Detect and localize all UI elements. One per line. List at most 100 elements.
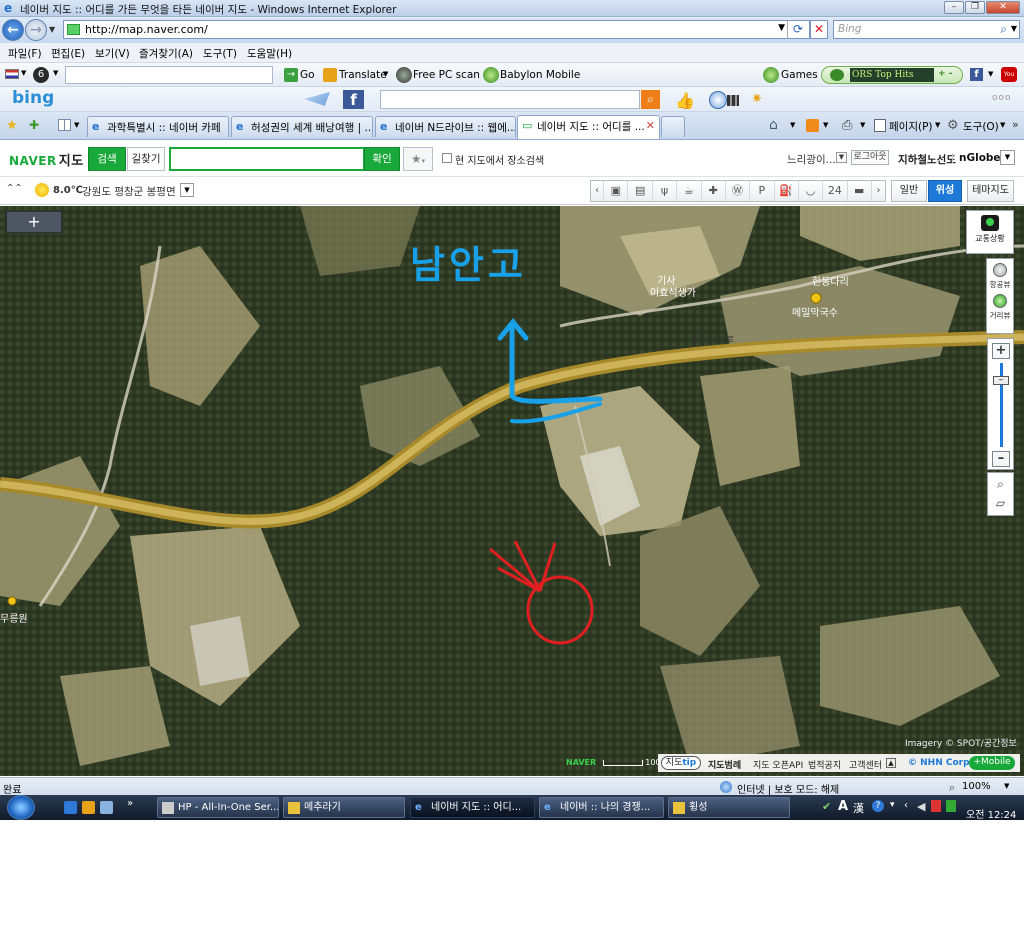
mobile-button[interactable]: +Mobile bbox=[969, 756, 1015, 770]
help-icon[interactable]: ? bbox=[872, 800, 884, 812]
map-type-theme[interactable]: 테마지도 bbox=[967, 180, 1014, 202]
pc-scan-icon[interactable] bbox=[396, 67, 412, 83]
map-type-satellite[interactable]: 위성 bbox=[928, 180, 962, 202]
facebook-icon[interactable]: f bbox=[970, 68, 983, 81]
url-dropdown-icon[interactable]: ▼ bbox=[778, 23, 785, 33]
network-icon[interactable] bbox=[946, 800, 956, 812]
tab-close-icon[interactable]: ✕ bbox=[646, 119, 655, 132]
task-naver-rival[interactable]: e 네이버 :: 나의 경쟁... bbox=[539, 797, 664, 818]
shopping-icon[interactable]: ◡ bbox=[799, 181, 824, 201]
legend-link[interactable]: 지도범례 bbox=[708, 758, 741, 771]
place-search-input[interactable] bbox=[169, 147, 365, 171]
overflow-chevron-icon[interactable]: » bbox=[1012, 118, 1019, 131]
games-button[interactable]: Games bbox=[781, 69, 818, 81]
page-menu[interactable]: 페이지(P) bbox=[889, 119, 933, 134]
volume-icon[interactable]: ◀ bbox=[917, 800, 925, 813]
magnifier-icon[interactable]: ⌕ bbox=[988, 477, 1013, 492]
cafe-icon[interactable]: ☕ bbox=[677, 181, 702, 201]
nglobe-dropdown-icon[interactable]: ▼ bbox=[1000, 150, 1015, 165]
menu-tools[interactable]: 도구(T) bbox=[203, 46, 237, 61]
favorites-button[interactable]: ★▾ bbox=[403, 147, 433, 171]
logout-button[interactable]: 로그아웃 bbox=[851, 150, 889, 165]
youtube-icon[interactable]: You bbox=[1001, 67, 1017, 82]
ie-quicklaunch-icon[interactable] bbox=[64, 801, 77, 814]
user-dropdown-icon[interactable]: ▼ bbox=[836, 152, 847, 163]
task-naver-map[interactable]: e 네이버 지도 :: 어디... bbox=[410, 797, 535, 818]
tools-menu[interactable]: 도구(O) bbox=[963, 119, 999, 134]
bing-logo[interactable]: bing bbox=[12, 88, 54, 108]
tray-options-icon[interactable]: ▾ bbox=[890, 800, 895, 810]
tools-gear-icon[interactable]: ⚙ bbox=[947, 118, 959, 133]
bank-icon[interactable]: Ⓦ bbox=[726, 181, 751, 201]
quicklaunch-more-icon[interactable]: » bbox=[127, 798, 133, 809]
menu-favorites[interactable]: 즐겨찾기(A) bbox=[139, 46, 193, 61]
send-icon[interactable] bbox=[304, 92, 330, 106]
new-tab-button[interactable] bbox=[661, 116, 685, 137]
sparkle-icon[interactable]: ✷ bbox=[751, 91, 763, 107]
menu-file[interactable]: 파일(F) bbox=[8, 46, 42, 61]
poi-prev-icon[interactable]: ‹ bbox=[591, 181, 605, 201]
bing-search-input[interactable] bbox=[380, 90, 640, 109]
tab-cafe[interactable]: e 과학특별시 :: 네이버 카페 bbox=[87, 116, 229, 137]
print-icon[interactable]: ⎙ bbox=[842, 118, 852, 133]
more-options[interactable]: ooo bbox=[992, 93, 1012, 103]
legal-link[interactable]: 법적공지 bbox=[808, 758, 841, 771]
ors-radio-widget[interactable]: ORS Top Hits + - bbox=[821, 66, 963, 84]
current-area-checkbox[interactable] bbox=[442, 153, 452, 163]
translate-button[interactable]: Translate bbox=[339, 69, 387, 81]
go-button[interactable]: Go bbox=[300, 69, 315, 81]
quick-tabs-icon[interactable] bbox=[58, 119, 71, 131]
add-favorites-icon[interactable]: ✚ bbox=[29, 118, 39, 132]
tab-ndrive[interactable]: e 네이버 N드라이브 :: 웹에... bbox=[375, 116, 516, 137]
zoom-out-button[interactable]: – bbox=[992, 451, 1010, 467]
zoom-level[interactable]: 100% bbox=[962, 781, 991, 792]
menu-help[interactable]: 도움말(H) bbox=[247, 46, 292, 61]
free-pc-scan-button[interactable]: Free PC scan bbox=[413, 69, 480, 81]
hospital-icon[interactable]: ✚ bbox=[702, 181, 726, 201]
task-hoengseong[interactable]: 휭성 bbox=[668, 797, 790, 818]
six-icon[interactable]: 6 bbox=[33, 67, 49, 83]
subway-map-link[interactable]: 지하철노선도 bbox=[898, 152, 956, 167]
toolbar-search-input[interactable] bbox=[65, 66, 273, 84]
bus-icon[interactable]: ▣ bbox=[604, 181, 629, 201]
forward-button[interactable]: → bbox=[25, 19, 47, 41]
map-type-general[interactable]: 일반 bbox=[891, 180, 927, 202]
rss-icon[interactable] bbox=[806, 119, 819, 132]
location-dropdown-icon[interactable]: ▼ bbox=[180, 183, 194, 197]
aerial-view-label[interactable]: 항공뷰 bbox=[987, 279, 1013, 290]
satellite-map[interactable]: 남안고 기사 이효석생가 한동다리 메밀막국수 영동고속도로 무릉원 + ‹ 교… bbox=[0, 206, 1024, 776]
user-name[interactable]: 느리광이... bbox=[787, 152, 836, 167]
traffic-button[interactable]: 교통상황 bbox=[966, 210, 1014, 254]
desktop-quicklaunch-icon[interactable] bbox=[100, 801, 113, 814]
minimize-button[interactable]: – bbox=[944, 1, 964, 14]
subway-icon[interactable]: ▤ bbox=[628, 181, 653, 201]
convenience-store-icon[interactable]: 24 bbox=[823, 181, 848, 201]
film-icon[interactable] bbox=[727, 95, 739, 106]
minimap-toggle-button[interactable]: + bbox=[6, 211, 62, 233]
security-zone[interactable]: 인터넷 | 보호 모드: 해제 bbox=[737, 781, 839, 796]
flag-icon[interactable] bbox=[5, 69, 19, 79]
open-api-link[interactable]: 지도 오픈API bbox=[753, 758, 803, 771]
search-dropdown-icon[interactable]: ▼ bbox=[1011, 24, 1017, 33]
start-button[interactable] bbox=[7, 795, 35, 820]
maximize-button[interactable]: ❐ bbox=[965, 1, 985, 14]
ruler-icon[interactable]: ▱ bbox=[988, 496, 1013, 510]
street-view-label[interactable]: 거리뷰 bbox=[987, 310, 1013, 321]
close-button[interactable]: ✕ bbox=[986, 1, 1020, 14]
hotel-icon[interactable]: ▬ bbox=[848, 181, 872, 201]
gas-station-icon[interactable]: ⛽ bbox=[775, 181, 799, 201]
menu-view[interactable]: 보기(V) bbox=[95, 46, 130, 61]
zoom-icon[interactable]: ⌕ bbox=[949, 781, 955, 795]
tray-app-icon[interactable] bbox=[931, 800, 941, 812]
back-button[interactable]: ← bbox=[2, 19, 24, 41]
clock[interactable]: 오전 12:24 bbox=[966, 806, 1016, 820]
footer-collapse-icon[interactable]: ▲ bbox=[886, 758, 896, 768]
go-icon[interactable]: → bbox=[284, 68, 298, 82]
media-quicklaunch-icon[interactable] bbox=[82, 801, 95, 814]
map-tip-button[interactable]: 지도tip bbox=[661, 756, 701, 770]
bing-search-icon[interactable]: ⌕ bbox=[641, 90, 660, 109]
aerial-view-icon[interactable] bbox=[993, 263, 1007, 277]
search-icon[interactable]: ⌕ bbox=[1000, 22, 1007, 37]
tab-travel[interactable]: e 허성권의 세계 배낭여행 | ... bbox=[231, 116, 373, 137]
customer-center-link[interactable]: 고객센터 bbox=[849, 758, 882, 771]
